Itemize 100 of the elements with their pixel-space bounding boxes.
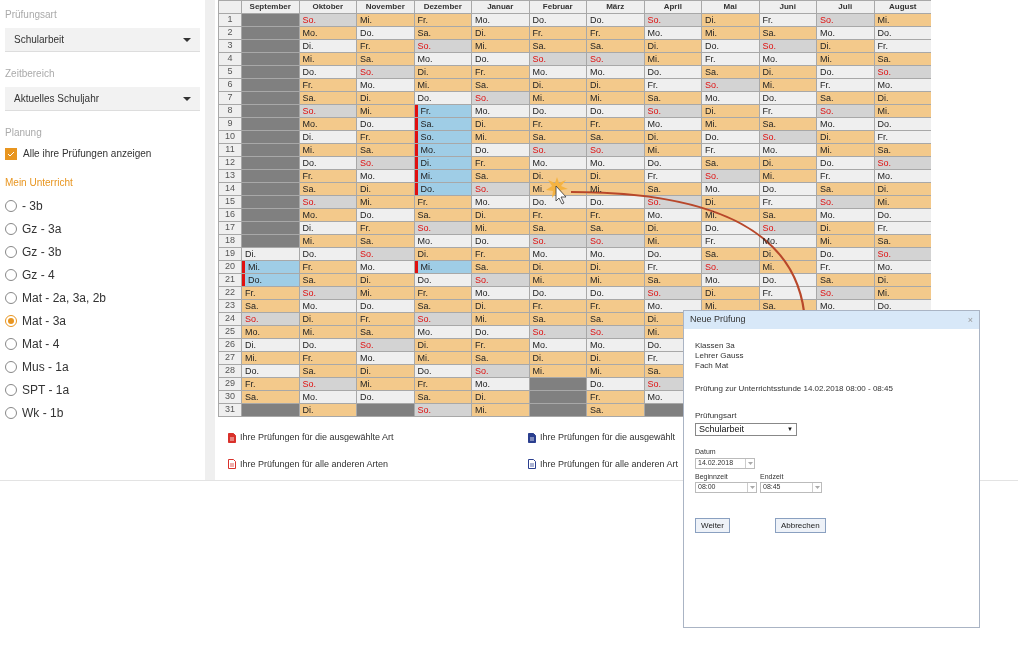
day-cell[interactable]: Mo. — [644, 118, 701, 130]
day-cell[interactable]: Fr. — [299, 79, 356, 91]
day-cell[interactable]: Fr. — [414, 287, 471, 299]
course-radio[interactable]: Gz - 3b — [5, 244, 200, 260]
day-cell[interactable]: Mo. — [817, 27, 874, 39]
day-cell[interactable]: Do. — [357, 391, 414, 403]
day-cell[interactable]: Fr. — [587, 300, 644, 312]
day-cell[interactable]: Do. — [529, 105, 586, 117]
day-cell[interactable]: Di. — [644, 222, 701, 234]
day-cell[interactable]: Mi. — [414, 352, 471, 364]
day-cell[interactable]: Do. — [644, 157, 701, 169]
course-radio[interactable]: Gz - 3a — [5, 221, 200, 237]
day-cell[interactable]: Mi. — [357, 105, 414, 117]
day-cell[interactable]: Sa. — [529, 40, 586, 52]
day-cell[interactable]: Di. — [759, 66, 816, 78]
course-radio[interactable]: - 3b — [5, 198, 200, 214]
day-cell[interactable]: Do. — [817, 248, 874, 260]
day-cell[interactable]: Do. — [644, 248, 701, 260]
day-cell[interactable]: Mi. — [874, 14, 931, 26]
day-cell[interactable]: Mo. — [357, 79, 414, 91]
day-cell[interactable]: Sa. — [644, 274, 701, 286]
day-cell[interactable]: Di. — [644, 40, 701, 52]
day-cell[interactable]: Di. — [299, 313, 356, 325]
day-cell[interactable]: Di. — [299, 40, 356, 52]
day-cell[interactable]: Mo. — [759, 144, 816, 156]
dropdown[interactable]: Schularbeit — [5, 28, 200, 52]
day-cell[interactable]: Fr. — [472, 66, 529, 78]
day-cell[interactable]: Mo. — [299, 300, 356, 312]
day-cell[interactable]: Mo. — [414, 235, 471, 247]
day-cell[interactable]: Mi. — [299, 144, 356, 156]
day-cell[interactable]: Di. — [702, 105, 759, 117]
day-cell[interactable]: Mi. — [472, 222, 529, 234]
day-cell[interactable]: Sa. — [472, 352, 529, 364]
day-cell[interactable]: Sa. — [587, 131, 644, 143]
day-cell[interactable]: Mi. — [759, 170, 816, 182]
day-cell[interactable]: Sa. — [299, 274, 356, 286]
day-cell[interactable]: Di. — [357, 92, 414, 104]
day-cell[interactable]: Mi. — [472, 40, 529, 52]
day-cell[interactable]: Mo. — [299, 391, 356, 403]
day-cell[interactable]: Mi. — [874, 287, 931, 299]
day-cell[interactable]: Do. — [414, 183, 471, 195]
day-cell[interactable]: Di. — [529, 261, 586, 273]
day-cell[interactable]: Mi. — [357, 14, 414, 26]
day-cell[interactable]: Mo. — [587, 157, 644, 169]
day-cell[interactable]: Fr. — [759, 196, 816, 208]
day-cell[interactable]: Mi. — [529, 92, 586, 104]
day-cell[interactable]: Mo. — [529, 66, 586, 78]
day-cell[interactable]: Do. — [874, 209, 931, 221]
day-cell[interactable]: Mi. — [817, 235, 874, 247]
day-cell[interactable]: Do. — [587, 378, 644, 390]
day-cell[interactable]: Mi. — [702, 27, 759, 39]
day-cell[interactable]: So. — [414, 131, 471, 143]
day-cell[interactable]: Sa. — [874, 235, 931, 247]
day-cell[interactable]: Fr. — [529, 209, 586, 221]
day-cell[interactable]: Mo. — [587, 248, 644, 260]
day-cell[interactable]: Sa. — [357, 326, 414, 338]
day-cell[interactable]: Sa. — [472, 79, 529, 91]
day-cell[interactable]: Fr. — [299, 261, 356, 273]
day-cell[interactable]: Di. — [587, 261, 644, 273]
day-cell[interactable]: Fr. — [414, 378, 471, 390]
day-cell[interactable]: Sa. — [529, 222, 586, 234]
day-cell[interactable]: Mo. — [874, 170, 931, 182]
day-cell[interactable]: Do. — [817, 157, 874, 169]
day-cell[interactable]: Di. — [529, 170, 586, 182]
day-cell[interactable]: Do. — [357, 27, 414, 39]
day-cell[interactable]: Fr. — [759, 14, 816, 26]
day-cell[interactable]: Mi. — [644, 53, 701, 65]
day-cell[interactable]: Fr. — [472, 248, 529, 260]
day-cell[interactable]: Fr. — [759, 287, 816, 299]
day-cell[interactable]: Fr. — [299, 352, 356, 364]
day-cell[interactable]: Do. — [414, 365, 471, 377]
day-cell[interactable]: Do. — [529, 196, 586, 208]
day-cell[interactable]: Do. — [299, 66, 356, 78]
day-cell[interactable]: Fr. — [242, 378, 299, 390]
day-cell[interactable]: Mo. — [587, 66, 644, 78]
day-cell[interactable]: Di. — [472, 118, 529, 130]
day-cell[interactable]: Do. — [759, 92, 816, 104]
day-cell[interactable]: Do. — [587, 14, 644, 26]
day-cell[interactable]: Sa. — [587, 313, 644, 325]
day-cell[interactable]: Di. — [414, 157, 471, 169]
course-radio[interactable]: Gz - 4 — [5, 267, 200, 283]
day-cell[interactable]: Mi. — [414, 79, 471, 91]
day-cell[interactable]: Fr. — [529, 300, 586, 312]
day-cell[interactable]: Mo. — [357, 352, 414, 364]
day-cell[interactable]: Do. — [357, 300, 414, 312]
day-cell[interactable]: Do. — [414, 274, 471, 286]
day-cell[interactable]: Sa. — [759, 118, 816, 130]
day-cell[interactable]: Do. — [299, 248, 356, 260]
day-cell[interactable]: Mo. — [644, 300, 701, 312]
day-cell[interactable]: Fr. — [357, 131, 414, 143]
day-cell[interactable]: Mo. — [529, 339, 586, 351]
day-cell[interactable]: Mo. — [472, 105, 529, 117]
day-cell[interactable]: Sa. — [644, 92, 701, 104]
day-cell[interactable]: Sa. — [644, 183, 701, 195]
day-cell[interactable]: Di. — [357, 183, 414, 195]
day-cell[interactable]: Fr. — [874, 40, 931, 52]
day-cell[interactable]: Sa. — [817, 274, 874, 286]
day-cell[interactable]: Sa. — [587, 40, 644, 52]
day-cell[interactable]: Fr. — [472, 157, 529, 169]
day-cell[interactable]: Do. — [644, 66, 701, 78]
